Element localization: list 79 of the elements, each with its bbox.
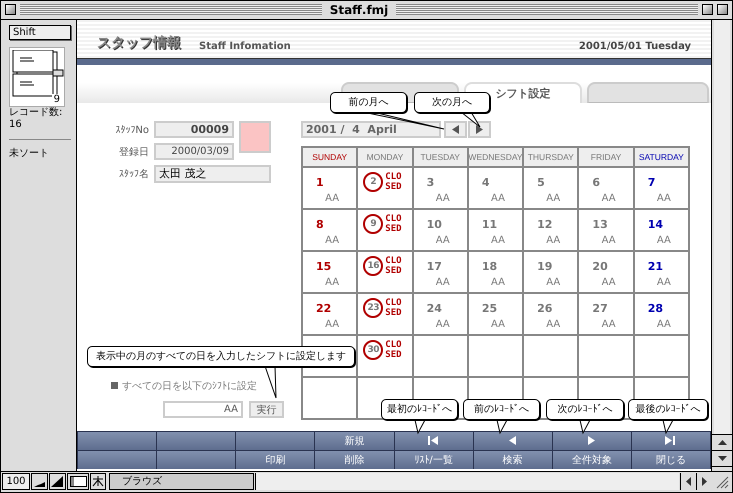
shift-code: AA: [491, 235, 505, 246]
day-number: 8: [315, 218, 324, 231]
current-date: 2001/05/01 Tuesday: [578, 41, 692, 52]
day-number: 3: [426, 176, 434, 189]
weekday-header: MONDAY: [358, 148, 412, 166]
day-number: 22: [315, 302, 332, 315]
page-subtitle: Staff Infomation: [199, 41, 291, 52]
weekday-header: TUESDAY: [414, 148, 467, 166]
shift-code: AA: [602, 193, 616, 204]
day-number: 14: [646, 218, 664, 231]
shift-code: AA: [656, 193, 671, 204]
shift-code: AA: [546, 319, 560, 330]
day-number: 21: [646, 260, 664, 273]
shift-code: AA: [325, 319, 340, 330]
shift-code: AA: [436, 319, 450, 330]
shift-code: AA: [602, 319, 616, 330]
shift-code: AA: [546, 235, 560, 246]
shift-code: AA: [491, 193, 505, 204]
day-number: 15: [315, 260, 332, 273]
day-number: 26: [536, 302, 552, 315]
closed-label: CLOSED: [385, 340, 402, 360]
shift-code: AA: [602, 235, 616, 246]
closed-label: CLOSED: [385, 214, 402, 234]
record-number: 9: [52, 94, 62, 105]
day-number: 17: [426, 260, 442, 273]
day-number: 6: [591, 176, 600, 189]
weekday-header: THURSDAY: [524, 148, 578, 166]
day-number: 13: [591, 218, 608, 231]
shift-code: AA: [602, 277, 616, 288]
day-number: 1: [315, 176, 324, 189]
shift-code: AA: [546, 277, 560, 288]
shift-code: AA: [656, 319, 671, 330]
weekday-header: SATURDAY: [634, 148, 688, 166]
day-number: 20: [591, 260, 608, 273]
shift-code: AA: [325, 193, 340, 204]
day-number: 24: [426, 302, 442, 315]
window-title: Staff.fmj: [328, 2, 390, 17]
day-number: 12: [536, 218, 552, 231]
day-number: 28: [646, 302, 664, 315]
day-number: 9: [363, 214, 384, 234]
field-label: 登録日: [118, 146, 149, 159]
record-count-label: レコード数:: [9, 106, 62, 119]
field-label: ｽﾀｯﾌNo: [114, 124, 149, 136]
day-number: 19: [536, 260, 552, 273]
shift-code: AA: [325, 235, 340, 246]
shift-code: AA: [491, 277, 505, 288]
day-number: 11: [480, 218, 498, 231]
month-field: 2001 / 4 April: [301, 121, 441, 138]
weekday-header: FRIDAY: [579, 148, 633, 166]
weekday-header: SUNDAY: [303, 148, 356, 166]
day-number: 10: [426, 218, 442, 231]
closed-label: CLOSED: [385, 256, 402, 276]
closed-label: CLOSED: [385, 298, 402, 318]
day-number: 16: [363, 256, 384, 276]
shift-code: AA: [436, 235, 450, 246]
weekday-header: WEDNESDAY: [468, 148, 522, 166]
day-number: 23: [363, 298, 384, 318]
sort-status: 未ソート: [9, 148, 49, 160]
record-count: 16: [9, 118, 22, 131]
day-number: 5: [536, 176, 545, 189]
day-number: 18: [480, 260, 498, 273]
page-title: スタッフ情報: [97, 34, 181, 52]
shift-code: AA: [436, 193, 450, 204]
day-number: 25: [480, 302, 498, 315]
shift-code: AA: [491, 319, 505, 330]
day-number: 7: [646, 176, 656, 189]
field-label: ｽﾀｯﾌ名: [118, 168, 149, 182]
shift-code: AA: [325, 277, 340, 288]
shift-code: AA: [436, 277, 450, 288]
shift-code: AA: [656, 277, 671, 288]
day-number: 30: [363, 340, 384, 360]
shift-code: AA: [656, 235, 671, 246]
shift-code: AA: [546, 193, 560, 204]
day-number: 4: [480, 176, 490, 189]
bulk-set-label: すべての日を以下のｼﾌﾄに設定: [122, 380, 257, 393]
day-number: 2: [363, 172, 384, 192]
help-tooltip: 前の月へ: [330, 92, 407, 113]
closed-label: CLOSED: [385, 172, 402, 192]
day-number: 27: [591, 302, 608, 315]
